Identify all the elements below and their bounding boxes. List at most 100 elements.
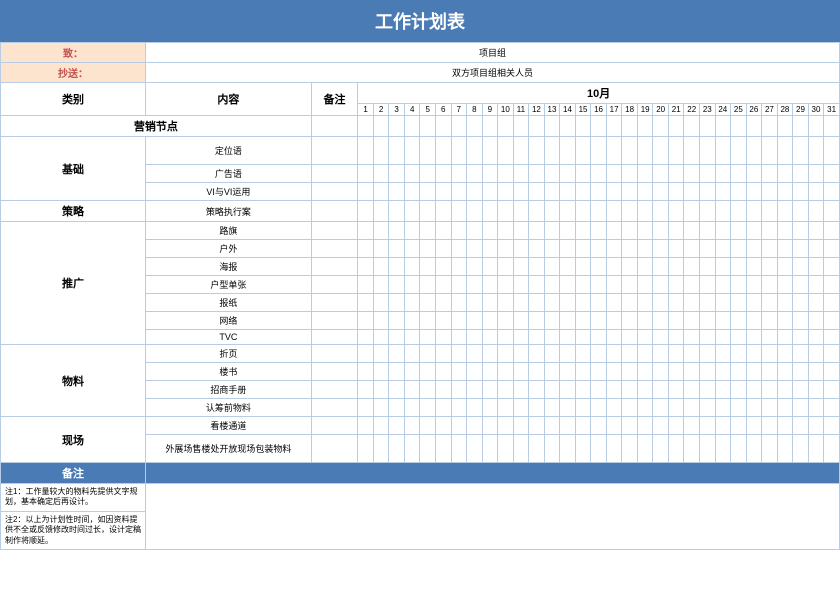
day: 2	[373, 104, 389, 116]
cell	[700, 222, 716, 240]
cell	[777, 116, 793, 137]
cell	[668, 276, 684, 294]
cell	[482, 435, 498, 463]
cell	[637, 183, 653, 201]
cell	[731, 312, 747, 330]
cell	[637, 222, 653, 240]
cell	[513, 222, 529, 240]
cell	[311, 240, 358, 258]
cell	[451, 258, 467, 276]
cell	[404, 222, 420, 240]
cell	[435, 222, 451, 240]
cell	[498, 381, 514, 399]
cell	[358, 183, 374, 201]
cell	[777, 183, 793, 201]
cell	[544, 312, 560, 330]
day: 13	[544, 104, 560, 116]
cell	[498, 399, 514, 417]
col-month: 10月	[358, 83, 840, 104]
day: 8	[467, 104, 483, 116]
day: 4	[404, 104, 420, 116]
cell	[404, 435, 420, 463]
item-promo3: 海报	[146, 258, 312, 276]
cell	[529, 276, 545, 294]
cell	[560, 363, 576, 381]
cell	[311, 345, 358, 363]
cell	[606, 330, 622, 345]
cell	[668, 201, 684, 222]
item-promo1: 路旗	[146, 222, 312, 240]
cell	[591, 222, 607, 240]
cell	[529, 137, 545, 165]
col-content: 内容	[146, 83, 312, 116]
cell	[824, 363, 840, 381]
plan-table: 致： 项目组 抄送： 双方项目组相关人员 类别 内容 备注 10月 1 2 3 …	[0, 42, 840, 550]
item-promo7: TVC	[146, 330, 312, 345]
cell	[684, 116, 700, 137]
cell	[653, 258, 669, 276]
note1: 注1：工作量较大的物料先提供文字规划，基本确定后再设计。	[1, 484, 146, 512]
cell	[435, 276, 451, 294]
cell	[513, 240, 529, 258]
day: 27	[762, 104, 778, 116]
cell	[653, 165, 669, 183]
cell	[637, 345, 653, 363]
cell	[513, 417, 529, 435]
cell	[808, 417, 824, 435]
cell	[373, 165, 389, 183]
page-title: 工作计划表	[375, 12, 465, 32]
cell	[404, 312, 420, 330]
cell	[824, 183, 840, 201]
cell	[715, 345, 731, 363]
cell	[653, 417, 669, 435]
cell	[467, 381, 483, 399]
cell	[591, 294, 607, 312]
cell	[311, 116, 358, 137]
cell	[435, 201, 451, 222]
cell	[373, 312, 389, 330]
cell	[389, 363, 405, 381]
cell	[373, 240, 389, 258]
cell	[420, 201, 436, 222]
day: 12	[529, 104, 545, 116]
cell	[700, 381, 716, 399]
cell	[684, 363, 700, 381]
cell	[529, 116, 545, 137]
cell	[498, 240, 514, 258]
cell	[435, 116, 451, 137]
cell	[762, 258, 778, 276]
cell	[591, 330, 607, 345]
cell	[389, 116, 405, 137]
cell	[622, 330, 638, 345]
cell	[544, 435, 560, 463]
cell	[373, 222, 389, 240]
cell	[560, 201, 576, 222]
cell	[700, 201, 716, 222]
cell	[544, 363, 560, 381]
cell	[404, 116, 420, 137]
cell	[591, 137, 607, 165]
cell	[373, 363, 389, 381]
cell	[560, 294, 576, 312]
cell	[762, 417, 778, 435]
cell	[668, 165, 684, 183]
cell	[451, 381, 467, 399]
cell	[451, 240, 467, 258]
cell	[435, 294, 451, 312]
cell	[668, 240, 684, 258]
cell	[451, 330, 467, 345]
cell	[591, 258, 607, 276]
cell	[358, 294, 374, 312]
cell	[637, 258, 653, 276]
cell	[684, 417, 700, 435]
cell	[731, 222, 747, 240]
cell	[731, 345, 747, 363]
cell	[467, 294, 483, 312]
cell	[606, 363, 622, 381]
day: 19	[637, 104, 653, 116]
cell	[637, 363, 653, 381]
cell	[451, 222, 467, 240]
cell	[358, 240, 374, 258]
cell	[762, 345, 778, 363]
cell	[544, 183, 560, 201]
